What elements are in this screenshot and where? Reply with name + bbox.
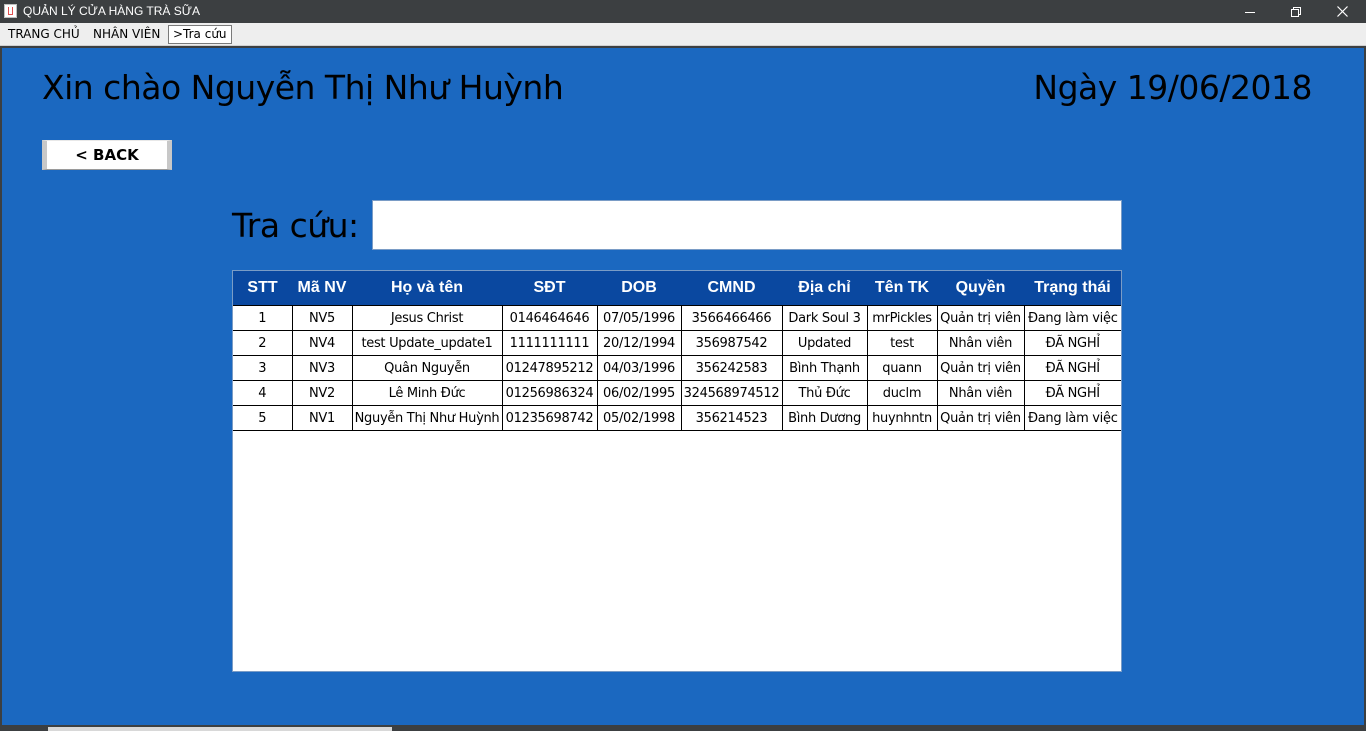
table-cell[interactable]: 20/12/1994 bbox=[596, 330, 682, 356]
table-cell[interactable]: 05/02/1998 bbox=[596, 405, 682, 431]
table-cell[interactable]: Quản trị viên bbox=[936, 305, 1025, 331]
greeting-label: Xin chào Nguyễn Thị Như Huỳnh bbox=[42, 68, 564, 107]
table-cell[interactable]: 356214523 bbox=[680, 405, 783, 431]
table-cell[interactable]: NV4 bbox=[291, 330, 353, 356]
table-cell[interactable]: 01235698742 bbox=[501, 405, 598, 431]
menu-bar: TRANG CHỦ NHÂN VIÊN >Tra cứu bbox=[0, 23, 1366, 46]
table-row[interactable]: 1 NV5 Jesus Christ 0146464646 07/05/1996… bbox=[233, 305, 1121, 331]
table-cell[interactable]: 06/02/1995 bbox=[596, 380, 682, 406]
table-cell[interactable]: 01256986324 bbox=[501, 380, 598, 406]
java-app-icon bbox=[4, 4, 17, 18]
table-cell[interactable]: 2 bbox=[233, 330, 293, 356]
table-cell[interactable]: Jesus Christ bbox=[351, 305, 503, 331]
col-ten-tk-header[interactable]: Tên TK bbox=[867, 271, 937, 306]
window-title: QUẢN LÝ CỬA HÀNG TRÀ SỮA bbox=[23, 4, 200, 18]
table-row[interactable]: 5 NV1 Nguyễn Thị Như Huỳnh 01235698742 0… bbox=[233, 405, 1121, 431]
table-cell[interactable]: 324568974512 bbox=[680, 380, 783, 406]
table-cell[interactable]: 3 bbox=[233, 355, 293, 381]
close-button[interactable] bbox=[1319, 0, 1365, 23]
table-cell[interactable]: Đang làm việc bbox=[1023, 305, 1121, 331]
table-cell[interactable]: ĐÃ NGHỈ bbox=[1023, 355, 1121, 381]
table-cell[interactable]: 4 bbox=[233, 380, 293, 406]
table-cell[interactable]: Updated bbox=[781, 330, 868, 356]
table-row[interactable]: 2 NV4 test Update_update1 1111111111 20/… bbox=[233, 330, 1121, 356]
close-icon bbox=[1336, 6, 1348, 17]
table-row[interactable]: 4 NV2 Lê Minh Đức 01256986324 06/02/1995… bbox=[233, 380, 1121, 406]
col-quyen-header[interactable]: Quyền bbox=[937, 271, 1024, 306]
table-cell[interactable]: Quản trị viên bbox=[936, 405, 1025, 431]
table-cell[interactable]: duclm bbox=[866, 380, 938, 406]
menu-tra-cuu[interactable]: >Tra cứu bbox=[168, 25, 232, 44]
table-cell[interactable]: 1 bbox=[233, 305, 293, 331]
table-cell[interactable]: Nguyễn Thị Như Huỳnh bbox=[351, 405, 503, 431]
restore-icon bbox=[1291, 6, 1301, 17]
table-cell[interactable]: Thủ Đức bbox=[781, 380, 868, 406]
table-cell[interactable]: mrPickles bbox=[866, 305, 938, 331]
table-cell[interactable]: quann bbox=[866, 355, 938, 381]
table-cell[interactable]: Quản trị viên bbox=[936, 355, 1025, 381]
menu-trang-chu[interactable]: TRANG CHỦ bbox=[4, 25, 84, 44]
table-cell[interactable]: 07/05/1996 bbox=[596, 305, 682, 331]
taskbar-segment bbox=[48, 727, 392, 731]
search-input[interactable] bbox=[372, 200, 1122, 250]
employee-table: STT Mã NV Họ và tên SĐT DOB CMND Địa chỉ… bbox=[232, 270, 1122, 672]
table-cell[interactable]: 04/03/1996 bbox=[596, 355, 682, 381]
table-row[interactable]: 3 NV3 Quân Nguyễn 01247895212 04/03/1996… bbox=[233, 355, 1121, 381]
table-cell[interactable]: NV2 bbox=[291, 380, 353, 406]
col-cmnd-header[interactable]: CMND bbox=[681, 271, 782, 306]
back-button[interactable]: < BACK bbox=[42, 140, 172, 170]
main-panel: Xin chào Nguyễn Thị Như Huỳnh Ngày 19/06… bbox=[2, 48, 1364, 725]
table-cell[interactable]: Quân Nguyễn bbox=[351, 355, 503, 381]
col-stt-header[interactable]: STT bbox=[233, 271, 292, 306]
date-label: Ngày 19/06/2018 bbox=[1033, 68, 1312, 107]
table-cell[interactable]: ĐÃ NGHỈ bbox=[1023, 330, 1121, 356]
table-cell[interactable]: ĐÃ NGHỈ bbox=[1023, 380, 1121, 406]
col-sdt-header[interactable]: SĐT bbox=[502, 271, 597, 306]
table-cell[interactable]: NV5 bbox=[291, 305, 353, 331]
minimize-button[interactable] bbox=[1227, 0, 1273, 23]
taskbar-edge bbox=[0, 725, 1366, 731]
table-cell[interactable]: NV1 bbox=[291, 405, 353, 431]
table-cell[interactable]: Dark Soul 3 bbox=[781, 305, 868, 331]
table-cell[interactable]: Bình Thạnh bbox=[781, 355, 868, 381]
table-cell[interactable]: Lê Minh Đức bbox=[351, 380, 503, 406]
table-cell[interactable]: test Update_update1 bbox=[351, 330, 503, 356]
table-cell[interactable]: Nhân viên bbox=[936, 330, 1025, 356]
col-dia-chi-header[interactable]: Địa chỉ bbox=[782, 271, 867, 306]
minimize-icon bbox=[1245, 11, 1255, 13]
table-cell[interactable]: Nhân viên bbox=[936, 380, 1025, 406]
col-dob-header[interactable]: DOB bbox=[597, 271, 681, 306]
table-cell[interactable]: Bình Dương bbox=[781, 405, 868, 431]
menu-nhan-vien[interactable]: NHÂN VIÊN bbox=[89, 25, 164, 44]
title-bar: QUẢN LÝ CỬA HÀNG TRÀ SỮA bbox=[0, 0, 1366, 23]
search-label: Tra cứu: bbox=[232, 206, 359, 245]
table-cell[interactable]: 01247895212 bbox=[501, 355, 598, 381]
col-ma-nv-header[interactable]: Mã NV bbox=[292, 271, 352, 306]
restore-button[interactable] bbox=[1273, 0, 1319, 23]
table-cell[interactable]: huynhntn bbox=[866, 405, 938, 431]
table-cell[interactable]: 356242583 bbox=[680, 355, 783, 381]
table-cell[interactable]: 0146464646 bbox=[501, 305, 598, 331]
col-trang-thai-header[interactable]: Trạng thái bbox=[1024, 271, 1121, 306]
table-cell[interactable]: NV3 bbox=[291, 355, 353, 381]
table-cell[interactable]: 356987542 bbox=[680, 330, 783, 356]
table-cell[interactable]: test bbox=[866, 330, 938, 356]
table-cell[interactable]: 5 bbox=[233, 405, 293, 431]
col-ho-ten-header[interactable]: Họ và tên bbox=[352, 271, 502, 306]
table-header-row: STT Mã NV Họ và tên SĐT DOB CMND Địa chỉ… bbox=[233, 271, 1121, 306]
table-cell[interactable]: 3566466466 bbox=[680, 305, 783, 331]
table-cell[interactable]: Đang làm việc bbox=[1023, 405, 1121, 431]
table-cell[interactable]: 1111111111 bbox=[501, 330, 598, 356]
